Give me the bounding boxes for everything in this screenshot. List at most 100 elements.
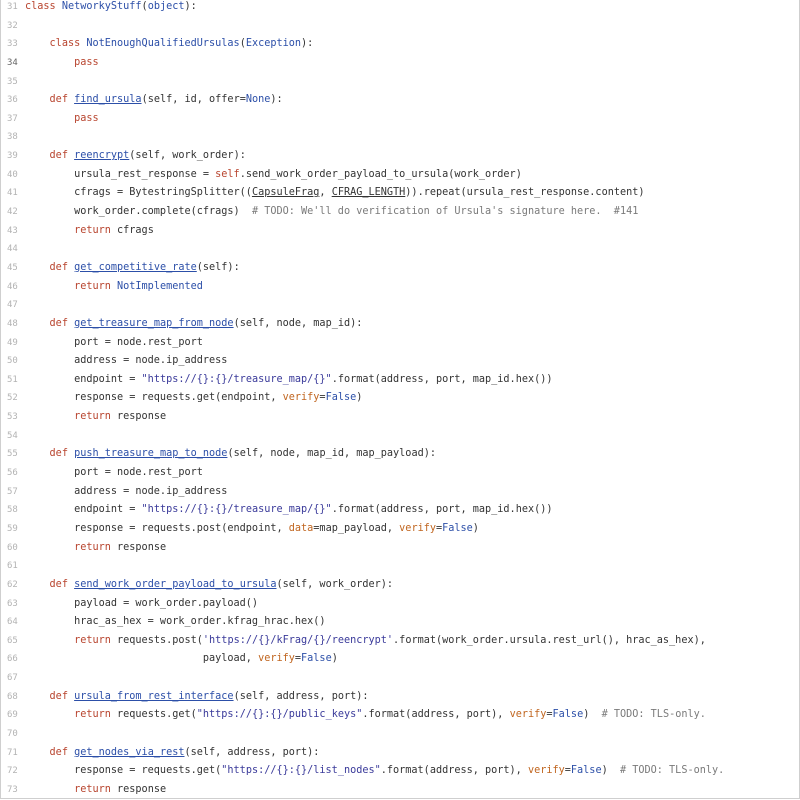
- code-line[interactable]: 39 def reencrypt(self, work_order):: [1, 147, 799, 166]
- code-token: NotImplemented: [117, 280, 203, 292]
- code-token: def: [49, 261, 75, 273]
- code-lines[interactable]: 31 class NetworkyStuff(object): 32 33 class…: [1, 0, 799, 798]
- code-token: class: [25, 1, 62, 12]
- line-number: 41: [7, 188, 18, 199]
- code-token: verify: [258, 653, 295, 665]
- code-line[interactable]: 33 class NotEnoughQualifiedUrsulas(Excep…: [1, 35, 799, 54]
- line-number: 37: [7, 113, 18, 124]
- code-text: work_order.complete(cfrags) # TODO: We'l…: [25, 206, 638, 217]
- code-line[interactable]: 50 address = node.ip_address: [1, 352, 799, 371]
- code-line[interactable]: 59 response = requests.post(endpoint, da…: [1, 520, 799, 539]
- code-token: self: [215, 168, 240, 180]
- code-line[interactable]: 35: [1, 73, 799, 92]
- code-token: Exception: [245, 38, 302, 50]
- code-token: verify: [399, 522, 436, 534]
- code-line[interactable]: 49 port = node.rest_port: [1, 334, 799, 353]
- code-token: response: [110, 541, 167, 553]
- code-line[interactable]: 73 return response: [1, 781, 799, 798]
- line-number: 32: [7, 20, 18, 31]
- code-line[interactable]: 47: [1, 296, 799, 315]
- code-line[interactable]: 32: [1, 17, 799, 36]
- code-line[interactable]: 43 return cfrags: [1, 222, 799, 241]
- code-token: return: [74, 224, 111, 236]
- code-token: work_order.complete(cfrags): [25, 206, 252, 218]
- code-line[interactable]: 71 def get_nodes_via_rest(self, address,…: [1, 744, 799, 763]
- code-text: port = node.rest_port: [25, 337, 203, 348]
- code-token: find_ursula: [74, 94, 142, 106]
- code-token: push_treasure_map_to_node: [74, 448, 228, 460]
- code-token: 'https://{}/kFrag/{}/reencrypt': [202, 634, 394, 646]
- code-line[interactable]: 70: [1, 725, 799, 744]
- code-text: response = requests.get(endpoint, verify…: [25, 392, 362, 403]
- code-line[interactable]: 67: [1, 669, 799, 688]
- code-line[interactable]: 46 return NotImplemented: [1, 278, 799, 297]
- line-number: 33: [7, 39, 18, 50]
- code-line[interactable]: 65 return requests.post('https://{}/kFra…: [1, 632, 799, 651]
- code-line[interactable]: 41 cfrags = BytestringSplitter((CapsuleF…: [1, 184, 799, 203]
- code-line[interactable]: 37 pass: [1, 110, 799, 129]
- line-number: 69: [7, 710, 18, 721]
- line-number: 51: [7, 374, 18, 385]
- code-token: def: [49, 578, 75, 590]
- code-token: def: [49, 448, 75, 460]
- code-line[interactable]: 36 def find_ursula(self, id, offer=None)…: [1, 91, 799, 110]
- code-line[interactable]: 68 def ursula_from_rest_interface(self, …: [1, 688, 799, 707]
- code-token: .send_work_order_payload_to_ursula(work_…: [239, 168, 522, 180]
- code-line[interactable]: 38: [1, 128, 799, 147]
- code-token: cfrags: [110, 224, 154, 236]
- code-line[interactable]: 69 return requests.get("https://{}:{}/pu…: [1, 706, 799, 725]
- code-line[interactable]: 34 pass: [1, 54, 799, 73]
- code-token: (self, address, port):: [184, 746, 320, 758]
- code-line[interactable]: 52 response = requests.get(endpoint, ver…: [1, 389, 799, 408]
- code-line[interactable]: 63 payload = work_order.payload(): [1, 595, 799, 614]
- code-token: return: [74, 709, 111, 721]
- code-token: False: [552, 709, 584, 721]
- line-number: 43: [7, 225, 18, 236]
- code-token: hrac_as_hex = work_order.kfrag_hrac.hex(…: [25, 616, 326, 628]
- code-text: def ursula_from_rest_interface(self, add…: [25, 691, 369, 702]
- code-line[interactable]: 66 payload, verify=False): [1, 650, 799, 669]
- code-line[interactable]: 57 address = node.ip_address: [1, 483, 799, 502]
- code-token: verify: [527, 765, 565, 777]
- code-line[interactable]: 40 ursula_rest_response = self.send_work…: [1, 166, 799, 185]
- code-line[interactable]: 60 return response: [1, 539, 799, 558]
- code-line[interactable]: 54: [1, 427, 799, 446]
- code-token: .format(work_order.ursula.rest_url(), hr…: [393, 634, 706, 646]
- code-token: False: [325, 392, 357, 404]
- code-line[interactable]: 45 def get_competitive_rate(self):: [1, 259, 799, 278]
- code-editor[interactable]: 31 class NetworkyStuff(object): 32 33 class…: [0, 0, 800, 799]
- code-text: return response: [25, 542, 166, 553]
- code-text: def find_ursula(self, id, offer=None):: [25, 94, 283, 105]
- code-line[interactable]: 48 def get_treasure_map_from_node(self, …: [1, 315, 799, 334]
- code-text: response = requests.post(endpoint, data=…: [25, 523, 479, 534]
- code-line[interactable]: 53 return response: [1, 408, 799, 427]
- code-token: return: [74, 634, 111, 646]
- code-text: return requests.post('https://{}/kFrag/{…: [25, 635, 706, 646]
- code-line[interactable]: 55 def push_treasure_map_to_node(self, n…: [1, 445, 799, 464]
- code-line[interactable]: 61: [1, 557, 799, 576]
- code-line[interactable]: 56 port = node.rest_port: [1, 464, 799, 483]
- code-line[interactable]: 64 hrac_as_hex = work_order.kfrag_hrac.h…: [1, 613, 799, 632]
- code-line[interactable]: 62 def send_work_order_payload_to_ursula…: [1, 576, 799, 595]
- code-token: response: [110, 411, 167, 423]
- code-token: )).repeat(ursula_rest_response.content): [405, 187, 645, 199]
- code-line[interactable]: 58 endpoint = "https://{}:{}/treasure_ma…: [1, 501, 799, 520]
- code-line[interactable]: 42 work_order.complete(cfrags) # TODO: W…: [1, 203, 799, 222]
- line-number: 67: [7, 673, 18, 684]
- code-line[interactable]: 44: [1, 240, 799, 259]
- code-token: NetworkyStuff: [61, 1, 142, 12]
- code-line[interactable]: 31 class NetworkyStuff(object):: [1, 0, 799, 17]
- code-text: class NetworkyStuff(object):: [25, 1, 197, 12]
- code-text: port = node.rest_port: [25, 467, 203, 478]
- code-token: verify: [509, 709, 547, 721]
- code-line[interactable]: 51 endpoint = "https://{}:{}/treasure_ma…: [1, 371, 799, 390]
- line-number: 47: [7, 300, 18, 311]
- code-line[interactable]: 72 response = requests.get("https://{}:{…: [1, 762, 799, 781]
- code-token: return: [74, 280, 118, 292]
- line-number: 52: [7, 393, 18, 404]
